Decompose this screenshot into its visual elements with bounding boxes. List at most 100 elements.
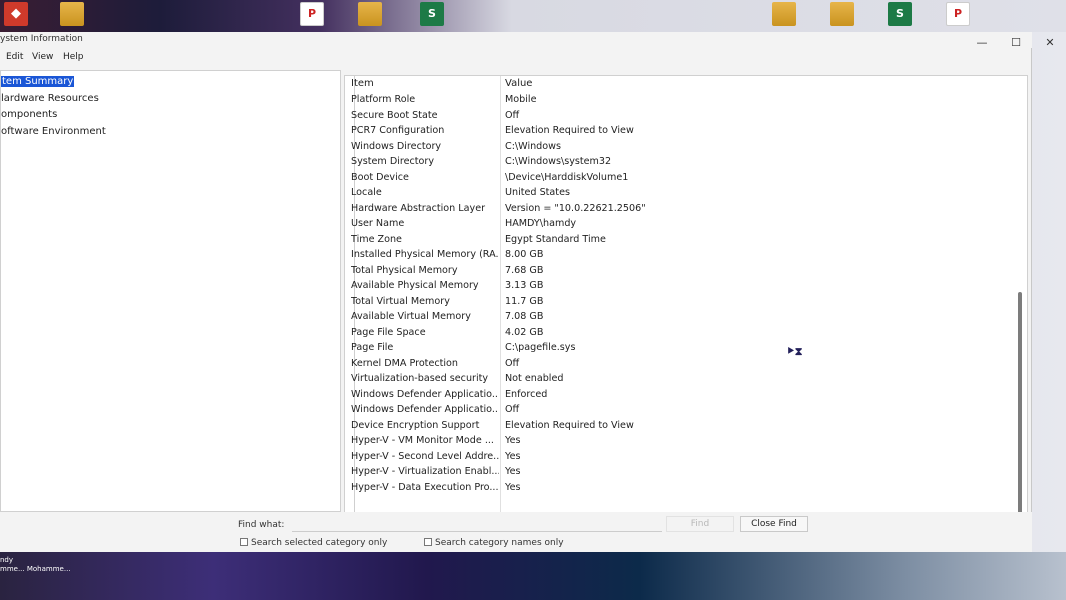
spreadsheet-file-icon[interactable]: S (420, 2, 444, 26)
row-value-cell: C:\Windows\system32 (505, 156, 612, 167)
row-item-cell: Windows Directory (351, 140, 442, 152)
table-row[interactable]: Available Physical Memory 3.13 GB (345, 280, 1025, 296)
folder-icon[interactable] (60, 2, 84, 26)
tree-item-hardware-resources[interactable]: lardware Resources (1, 92, 99, 106)
table-row[interactable]: Windows Defender Applicatio... Off (345, 404, 1025, 420)
row-value-cell: HAMDY\hamdy (505, 218, 577, 229)
tree-item-software-environment[interactable]: oftware Environment (1, 125, 106, 139)
tree-item-components[interactable]: omponents (1, 108, 57, 122)
pdf-file-icon[interactable]: P (946, 2, 970, 26)
find-button[interactable]: Find (666, 516, 734, 532)
title-bar[interactable]: ystem Information — ☐ ✕ (0, 32, 1055, 49)
column-header-item[interactable]: Item (351, 78, 374, 92)
table-row[interactable]: Secure Boot State Off (345, 110, 1025, 126)
row-value-cell: Off (505, 109, 520, 121)
table-row[interactable]: Page File Space 4.02 GB (345, 327, 1025, 343)
row-item-cell: Hyper-V - VM Monitor Mode ... (351, 435, 494, 446)
menu-help[interactable]: Help (63, 52, 84, 62)
system-information-window: ystem Information — ☐ ✕ Edit View Help t… (0, 32, 1055, 552)
row-item-cell: Total Physical Memory (351, 264, 458, 276)
table-row[interactable]: Total Virtual Memory 11.7 GB (345, 296, 1025, 312)
row-value-cell: Yes (505, 450, 521, 462)
find-bar: Find what: Find Close Find Search select… (0, 512, 1032, 552)
row-item-cell: Kernel DMA Protection (351, 357, 459, 369)
row-value-cell: 7.08 GB (505, 311, 544, 322)
table-row[interactable]: PCR7 Configuration Elevation Required to … (345, 125, 1025, 141)
row-item-cell: User Name (351, 218, 405, 229)
app-shortcut-icon[interactable]: ◆ (4, 2, 28, 26)
row-value-cell: 4.02 GB (505, 326, 544, 338)
row-item-cell: Page File (351, 342, 394, 353)
find-what-label: Find what: (238, 520, 285, 530)
minimize-button[interactable]: — (972, 36, 992, 49)
table-row[interactable]: Available Virtual Memory 7.08 GB (345, 311, 1025, 327)
table-row[interactable]: Page File C:\pagefile.sys (345, 342, 1025, 358)
spreadsheet-file-icon[interactable]: S (888, 2, 912, 26)
table-row[interactable]: Hyper-V - Virtualization Enabl... Yes (345, 466, 1025, 482)
row-value-cell: C:\Windows (505, 140, 561, 152)
table-row[interactable]: Boot Device \Device\HarddiskVolume1 (345, 172, 1025, 188)
maximize-button[interactable]: ☐ (1006, 36, 1026, 49)
table-row[interactable]: Time Zone Egypt Standard Time (345, 234, 1025, 250)
row-item-cell: Available Virtual Memory (351, 311, 471, 322)
search-selected-category-checkbox[interactable]: Search selected category only (240, 538, 387, 548)
row-item-cell: Windows Defender Applicatio... (351, 388, 499, 400)
row-value-cell: Off (505, 357, 520, 369)
tree-item-label: lardware Resources (1, 93, 99, 104)
table-row[interactable]: Total Physical Memory 7.68 GB (345, 265, 1025, 281)
folder-icon[interactable] (358, 2, 382, 26)
menu-edit[interactable]: Edit (6, 52, 23, 62)
table-row[interactable]: Platform Role Mobile (345, 94, 1025, 110)
row-item-cell: Hyper-V - Second Level Addre... (351, 450, 499, 462)
vertical-scrollbar[interactable] (1018, 292, 1022, 532)
checkbox-box[interactable] (240, 538, 248, 546)
row-value-cell: Version = "10.0.22621.2506" (505, 202, 646, 214)
desktop-label-line-2: mme... Mohamme... (0, 565, 71, 573)
desktop-icon-label[interactable]: ndy mme... Mohamme... (0, 556, 71, 574)
menu-view[interactable]: View (32, 52, 53, 62)
row-value-cell: Mobile (505, 94, 537, 105)
row-value-cell: Yes (505, 466, 521, 477)
row-value-cell: Enforced (505, 388, 548, 400)
find-what-input[interactable] (292, 516, 662, 532)
table-row[interactable]: System Directory C:\Windows\system32 (345, 156, 1025, 172)
tree-item-label: oftware Environment (1, 126, 106, 137)
table-row[interactable]: Hyper-V - Data Execution Pro... Yes (345, 482, 1025, 498)
details-table: Item Value Platform Role Mobile Secure Boo… (344, 75, 1028, 516)
row-item-cell: System Directory (351, 156, 435, 167)
row-value-cell: \Device\HarddiskVolume1 (505, 171, 629, 183)
category-tree[interactable]: tem Summary lardware Resources omponents… (0, 70, 341, 512)
table-row[interactable]: Device Encryption Support Elevation Requi… (345, 420, 1025, 436)
table-row[interactable]: Hardware Abstraction Layer Version = "10.… (345, 203, 1025, 219)
row-item-cell: Page File Space (351, 326, 426, 338)
table-row[interactable]: Kernel DMA Protection Off (345, 358, 1025, 374)
folder-icon[interactable] (772, 2, 796, 26)
row-value-cell: 11.7 GB (505, 295, 544, 307)
close-find-button[interactable]: Close Find (740, 516, 808, 532)
row-value-cell: Yes (505, 435, 521, 446)
column-header-value[interactable]: Value (505, 78, 532, 92)
desktop-label-line-1: ndy (0, 556, 14, 564)
table-row[interactable]: Hyper-V - Second Level Addre... Yes (345, 451, 1025, 467)
table-row[interactable]: Virtualization-based security Not enabled (345, 373, 1025, 389)
table-row[interactable]: Installed Physical Memory (RA... 8.00 GB (345, 249, 1025, 265)
row-item-cell: Hyper-V - Virtualization Enabl... (351, 466, 499, 477)
pdf-file-icon[interactable]: P (300, 2, 324, 26)
row-item-cell: Hardware Abstraction Layer (351, 202, 486, 214)
table-row[interactable]: Hyper-V - VM Monitor Mode ... Yes (345, 435, 1025, 451)
search-category-names-checkbox[interactable]: Search category names only (424, 538, 564, 548)
table-row[interactable]: User Name HAMDY\hamdy (345, 218, 1025, 234)
table-row[interactable]: Windows Defender Applicatio... Enforced (345, 389, 1025, 405)
table-row[interactable]: Windows Directory C:\Windows (345, 141, 1025, 157)
checkbox-box[interactable] (424, 538, 432, 546)
row-item-cell: Windows Defender Applicatio... (351, 404, 499, 415)
folder-icon[interactable] (830, 2, 854, 26)
row-item-cell: Available Physical Memory (351, 280, 479, 291)
desktop-top-strip: ◆ P S S P (0, 0, 1066, 32)
row-item-cell: Total Virtual Memory (351, 295, 450, 307)
tree-item-label: tem Summary (1, 76, 75, 87)
table-row[interactable]: Locale United States (345, 187, 1025, 203)
close-button[interactable]: ✕ (1040, 36, 1060, 49)
tree-item-system-summary[interactable]: tem Summary (1, 75, 75, 89)
row-value-cell: C:\pagefile.sys (505, 342, 576, 353)
